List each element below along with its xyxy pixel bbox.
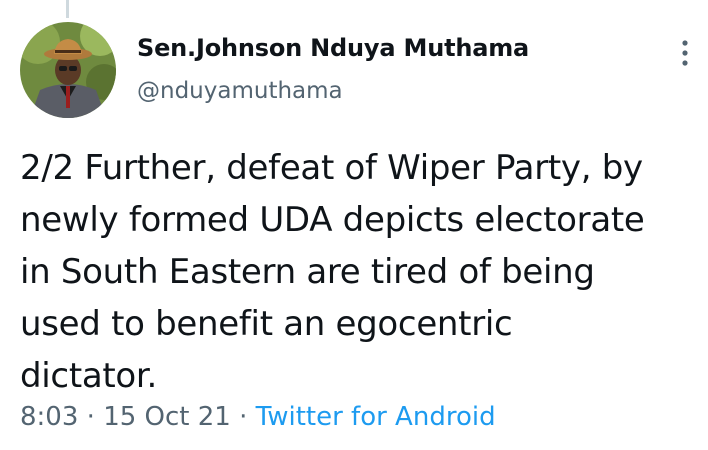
tweet[interactable]: Sen.Johnson Nduya Muthama @nduyamuthama …: [0, 0, 708, 450]
tweet-source-link[interactable]: Twitter for Android: [256, 402, 496, 432]
tweet-meta: 8:03 · 15 Oct 21 · Twitter for Android: [20, 402, 496, 432]
more-options-button[interactable]: [673, 38, 697, 68]
tweet-text: 2/2 Further, defeat of Wiper Party, by n…: [20, 148, 645, 396]
thread-connector: [66, 0, 69, 18]
author-display-name[interactable]: Sen.Johnson Nduya Muthama: [137, 34, 529, 62]
author-handle[interactable]: @nduyamuthama: [137, 78, 343, 104]
tweet-time[interactable]: 8:03: [20, 402, 78, 432]
avatar[interactable]: [20, 22, 116, 118]
meta-separator: ·: [239, 402, 248, 432]
tweet-date[interactable]: 15 Oct 21: [103, 402, 231, 432]
meta-separator: ·: [86, 402, 95, 432]
more-vertical-icon: [682, 40, 688, 66]
